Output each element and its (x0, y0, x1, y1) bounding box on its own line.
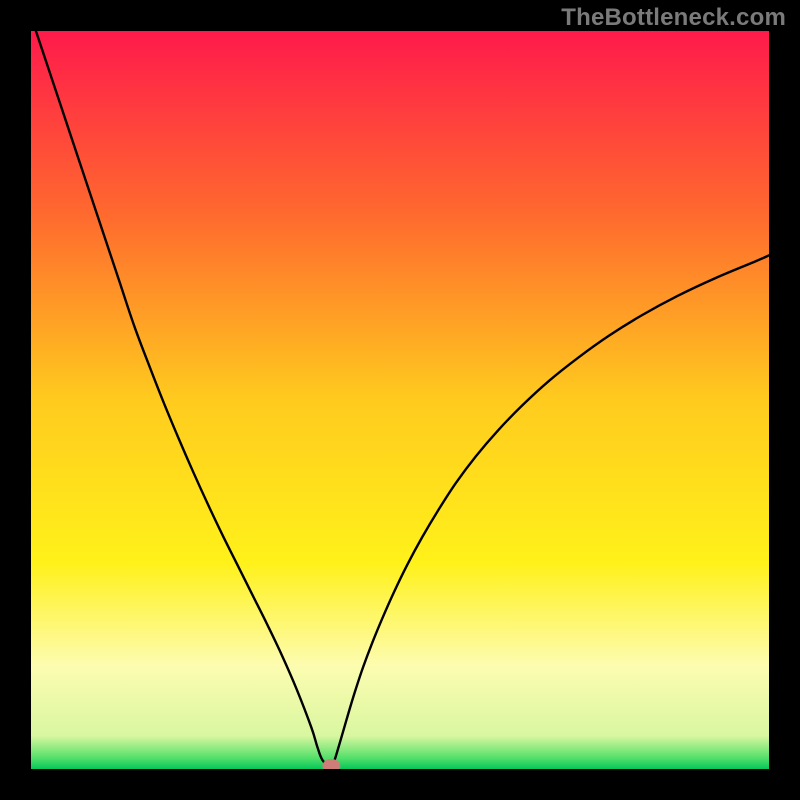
plot-area (31, 31, 769, 769)
watermark-text: TheBottleneck.com (561, 4, 786, 32)
chart-frame: TheBottleneck.com (0, 0, 800, 800)
gradient-background (31, 31, 769, 769)
chart-svg (31, 31, 769, 769)
